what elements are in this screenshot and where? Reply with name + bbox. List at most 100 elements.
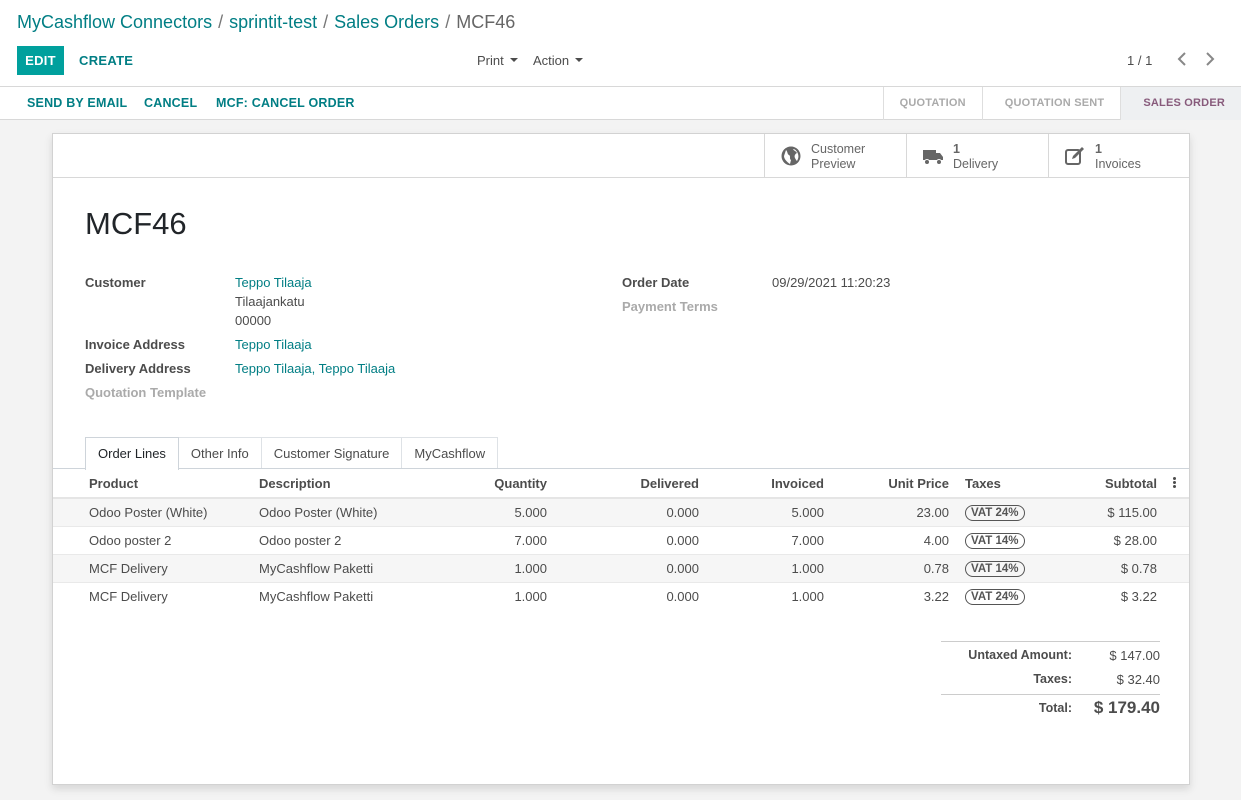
stage-quotation[interactable]: QUOTATION [882,87,982,120]
untaxed-amount-value: $ 147.00 [1109,648,1160,663]
customer-label: Customer [85,275,146,290]
taxes-row: Taxes: $ 32.40 [941,666,1160,690]
cell-unit-price: 0.78 [832,554,957,583]
form-sheet: Customer Preview 1 Delivery 1 Invoices M… [52,133,1190,785]
tax-badge: VAT 14% [965,560,1025,577]
column-header-delivered[interactable]: Delivered [555,470,707,499]
column-header-subtotal[interactable]: Subtotal [1057,470,1165,499]
caret-down-icon [575,58,584,62]
print-dropdown[interactable]: Print [477,53,518,68]
column-header-product[interactable]: Product [53,470,251,499]
column-header-unit-price[interactable]: Unit Price [832,470,957,499]
send-by-email-button[interactable]: SEND BY EMAIL [27,96,127,110]
tab-order-lines[interactable]: Order Lines [85,437,179,470]
cell-product: Odoo Poster (White) [53,498,251,527]
cell-spacer [1165,526,1189,555]
breadcrumb-separator: / [323,12,329,32]
stage-quotation-sent[interactable]: QUOTATION SENT [981,87,1121,120]
customer-street: Tilaajankatu [235,294,305,309]
cancel-button[interactable]: CANCEL [144,96,197,110]
customer-zip: 00000 [235,313,272,328]
customer-field[interactable]: Teppo Tilaaja [235,275,312,290]
delivery-text: 1 Delivery [953,142,998,172]
control-panel: MyCashflow Connectors / sprintit-test / Sale… [0,0,1241,120]
cell-subtotal: $ 28.00 [1057,526,1165,555]
invoice-address-field[interactable]: Teppo Tilaaja [235,337,312,352]
table-row[interactable]: Odoo Poster (White) Odoo Poster (White) … [53,498,1189,527]
mcf-cancel-order-button[interactable]: MCF: CANCEL ORDER [216,96,355,110]
table-row[interactable]: MCF Delivery MyCashflow Paketti 1.000 0.… [53,582,1189,610]
create-button[interactable]: CREATE [79,53,133,68]
tax-badge: VAT 24% [965,588,1025,605]
cell-invoiced: 1.000 [707,582,832,610]
taxes-label: Taxes: [1033,672,1072,686]
pencil-square-icon [1065,147,1084,165]
print-label: Print [477,53,504,68]
stage-sales-order[interactable]: SALES ORDER [1120,87,1241,120]
breadcrumb-item-sprintit-test[interactable]: sprintit-test [229,12,317,32]
cell-description: Odoo poster 2 [251,526,427,555]
column-header-taxes[interactable]: Taxes [957,470,1057,499]
delivery-button[interactable]: 1 Delivery [906,134,1049,177]
stage-pipeline: QUOTATION QUOTATION SENT SALES ORDER [882,87,1241,120]
cell-quantity: 5.000 [427,498,555,527]
tab-divider [53,468,1189,469]
customer-preview-line2: Preview [811,157,856,171]
total-value: $ 179.40 [1093,698,1160,717]
table-row[interactable]: Odoo poster 2 Odoo poster 2 7.000 0.000 … [53,526,1189,555]
pager-value[interactable]: 1 / 1 [1127,53,1152,68]
cell-product: Odoo poster 2 [53,526,251,555]
cell-unit-price: 3.22 [832,582,957,610]
column-header-description[interactable]: Description [251,470,427,499]
truck-icon [923,150,943,165]
delivery-count: 1 [953,142,960,156]
cell-taxes: VAT 24% [957,498,1057,527]
column-header-invoiced[interactable]: Invoiced [707,470,832,499]
action-dropdown[interactable]: Action [533,53,584,68]
order-date-label: Order Date [622,275,690,290]
cell-unit-price: 4.00 [832,526,957,555]
notebook-tabs: Order Lines Other Info Customer Signatur… [85,437,499,470]
customer-preview-line1: Customer [811,142,866,156]
invoices-text: 1 Invoices [1095,142,1141,172]
cell-quantity: 1.000 [427,554,555,583]
chevron-right-icon [1206,52,1215,66]
cell-product: MCF Delivery [53,582,251,610]
tab-customer-signature[interactable]: Customer Signature [260,437,403,469]
invoice-address-label: Invoice Address [85,337,185,352]
customer-preview-button[interactable]: Customer Preview [764,134,907,177]
cell-taxes: VAT 14% [957,554,1057,583]
pager-next-button[interactable] [1200,48,1220,72]
statusbar: SEND BY EMAIL CANCEL MCF: CANCEL ORDER Q… [0,86,1241,120]
tab-mycashflow[interactable]: MyCashflow [401,437,499,469]
button-box: Customer Preview 1 Delivery 1 Invoices [53,134,1189,178]
breadcrumb-item-connectors[interactable]: MyCashflow Connectors [17,12,212,32]
quotation-template-label: Quotation Template [85,385,207,400]
cell-quantity: 1.000 [427,582,555,610]
pager-previous-button[interactable] [1172,48,1192,72]
invoices-button[interactable]: 1 Invoices [1048,134,1191,177]
action-label: Action [533,53,570,68]
breadcrumb-separator: / [218,12,224,32]
tax-badge: VAT 14% [965,532,1025,549]
order-date-field[interactable]: 09/29/2021 11:20:23 [772,275,890,290]
breadcrumb: MyCashflow Connectors / sprintit-test / Sale… [17,12,515,33]
chevron-left-icon [1177,52,1186,66]
table-row[interactable]: MCF Delivery MyCashflow Paketti 1.000 0.… [53,554,1189,583]
cell-spacer [1165,582,1189,610]
cell-delivered: 0.000 [555,554,707,583]
cell-delivered: 0.000 [555,582,707,610]
delivery-address-field[interactable]: Teppo Tilaaja, Teppo Tilaaja [235,361,395,376]
delivery-label: Delivery [953,157,999,171]
cell-unit-price: 23.00 [832,498,957,527]
edit-button[interactable]: EDIT [17,46,64,75]
cell-taxes: VAT 24% [957,582,1057,610]
breadcrumb-item-sales-orders[interactable]: Sales Orders [334,12,439,32]
breadcrumb-separator: / [445,12,451,32]
cell-delivered: 0.000 [555,498,707,527]
customer-preview-text: Customer Preview [811,142,865,172]
optional-columns-toggle[interactable] [1165,470,1189,499]
column-header-quantity[interactable]: Quantity [427,470,555,499]
tab-other-info[interactable]: Other Info [177,437,262,469]
cell-product: MCF Delivery [53,554,251,583]
